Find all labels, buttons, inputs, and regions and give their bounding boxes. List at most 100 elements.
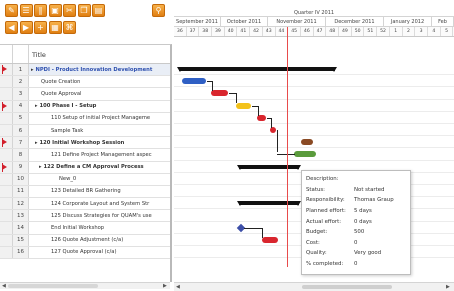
row-title[interactable]: ▸ NPDI - Product Innovation Development	[29, 67, 170, 73]
tooltip-value: 5 days	[354, 208, 372, 215]
task-bar[interactable]	[182, 78, 206, 85]
row-gridline[interactable]	[174, 98, 454, 100]
row-title[interactable]: Quote Approval	[29, 91, 170, 97]
month-label: October 2011	[221, 17, 268, 26]
copy-icon[interactable]: ❐	[77, 4, 91, 17]
paste-icon[interactable]: ▤	[92, 4, 105, 17]
scroll-right-icon[interactable]: ▶	[446, 284, 450, 290]
scroll-right-icon[interactable]: ▶	[163, 283, 167, 289]
row-title[interactable]: New_0	[29, 176, 170, 182]
task-bar[interactable]	[301, 139, 313, 146]
chart-horizontal-scrollbar[interactable]: ◀ ▶	[174, 282, 454, 291]
task-bar[interactable]	[294, 151, 316, 158]
columns-icon[interactable]: ∥	[34, 4, 47, 17]
task-bar[interactable]	[211, 90, 228, 97]
row-indicator	[0, 246, 13, 258]
document-icon[interactable]: ▦	[48, 21, 62, 34]
scroll-left-icon[interactable]: ◀	[176, 284, 180, 290]
row-gridline[interactable]	[174, 147, 454, 149]
chart-scroll-thumb[interactable]	[302, 285, 392, 289]
table-row[interactable]: 5 110 Setup of initial Project Manageme	[0, 112, 170, 125]
task-bar[interactable]	[236, 102, 251, 109]
row-number: 12	[13, 198, 29, 210]
cut-icon[interactable]: ✂	[63, 4, 76, 17]
row-title[interactable]: 121 Define Project Management aspec	[29, 152, 170, 158]
week-label: 5	[441, 27, 454, 36]
grid-scroll-thumb[interactable]	[8, 284, 98, 288]
month-label: September 2011	[174, 17, 221, 26]
table-row[interactable]: 9 ▸ 122 Define a CM Approval Process	[0, 161, 170, 174]
row-gridline[interactable]	[174, 159, 454, 161]
row-number: 9	[13, 161, 29, 173]
dependency-line	[271, 117, 272, 128]
table-row[interactable]: 16 127 Quote Approval (c/a)	[0, 246, 170, 259]
tasks-icon[interactable]: ☰	[19, 4, 33, 17]
table-row[interactable]: 6 Sample Task	[0, 124, 170, 138]
task-bar[interactable]	[262, 236, 278, 243]
row-title[interactable]: Quote Creation	[29, 79, 170, 85]
table-row[interactable]: 7 ▸ 120 Initial Workshop Session	[0, 137, 170, 150]
project-summary-bar[interactable]	[177, 67, 337, 72]
row-title[interactable]: 123 Detailed BR Gathering	[29, 188, 170, 194]
today-line	[287, 27, 288, 267]
row-indicator	[0, 64, 13, 76]
task-bar[interactable]	[257, 114, 266, 121]
row-title[interactable]: 126 Quote Adjustment (c/a)	[29, 237, 170, 243]
row-title[interactable]: 124 Corporate Layout and System Str	[29, 201, 170, 207]
add-task-icon[interactable]: +	[34, 21, 47, 34]
table-row[interactable]: 3 Quote Approval	[0, 88, 170, 101]
week-label: 39	[212, 27, 225, 36]
link-icon[interactable]: ⌘	[63, 21, 76, 34]
grid-horizontal-scrollbar[interactable]: ◀ ▶	[0, 282, 170, 289]
row-title[interactable]: ▸ 100 Phase I - Setup	[29, 103, 170, 109]
row-number: 5	[13, 112, 29, 124]
week-label: 2	[403, 27, 416, 36]
expand-caret-icon[interactable]: ▸	[31, 67, 34, 73]
week-label: 43	[263, 27, 276, 36]
table-row[interactable]: 15 126 Quote Adjustment (c/a)	[0, 234, 170, 247]
table-row[interactable]: 10 New_0	[0, 173, 170, 186]
expand-caret-icon[interactable]: ▸	[35, 140, 38, 146]
row-title[interactable]: Sample Task	[29, 128, 170, 134]
row-gridline[interactable]	[174, 86, 454, 88]
arrow-right-icon[interactable]: ▶	[19, 21, 33, 34]
table-row[interactable]: 14 End Initial Workshop	[0, 222, 170, 235]
expand-caret-icon[interactable]: ▸	[35, 103, 38, 109]
row-gridline[interactable]	[174, 74, 454, 76]
row-title[interactable]: 125 Discuss Strategies for QUAM's use	[29, 213, 170, 219]
table-row[interactable]: 11 123 Detailed BR Gathering	[0, 185, 170, 199]
row-number: 8	[13, 149, 29, 161]
table-row[interactable]: 2 Quote Creation	[0, 76, 170, 89]
row-title[interactable]: ▸ 120 Initial Workshop Session	[29, 140, 170, 146]
table-row[interactable]: 13 125 Discuss Strategies for QUAM's use	[0, 210, 170, 223]
tooltip-row: Cost: 0	[306, 238, 406, 249]
grid-header: Title	[0, 45, 170, 64]
expand-caret-icon[interactable]: ▸	[39, 164, 42, 170]
dependency-line	[244, 227, 262, 229]
table-row[interactable]: 1 ▸ NPDI - Product Innovation Development	[0, 64, 170, 77]
row-gridline[interactable]	[174, 110, 454, 112]
row-gridline[interactable]	[174, 123, 454, 124]
row-number: 1	[13, 64, 29, 76]
title-column-header[interactable]: Title	[29, 45, 170, 63]
row-gridline[interactable]	[174, 135, 454, 137]
row-title[interactable]: ▸ 122 Define a CM Approval Process	[29, 164, 170, 170]
arrow-left-icon[interactable]: ◀	[5, 21, 18, 34]
table-row[interactable]: 8 121 Define Project Management aspec	[0, 149, 170, 162]
row-title[interactable]: 127 Quote Approval (c/a)	[29, 249, 170, 255]
scroll-left-icon[interactable]: ◀	[2, 283, 6, 289]
phase-summary-bar[interactable]	[237, 201, 301, 207]
row-title[interactable]: End Initial Workshop	[29, 225, 170, 231]
task-bar[interactable]	[270, 127, 276, 133]
week-label: 37	[187, 27, 200, 36]
row-title-text: 124 Corporate Layout and System Str	[51, 200, 150, 207]
row-title[interactable]: 110 Setup of initial Project Manageme	[29, 115, 170, 121]
lock-icon[interactable]: ▣	[48, 4, 62, 17]
week-label: 3	[415, 27, 428, 36]
edit-icon[interactable]: ✎	[5, 4, 18, 17]
row-indicator	[0, 112, 13, 124]
table-row[interactable]: 12 124 Corporate Layout and System Str	[0, 198, 170, 211]
table-row[interactable]: 4 ▸ 100 Phase I - Setup	[0, 100, 170, 113]
zoom-icon[interactable]: ⚲	[152, 4, 165, 17]
phase-summary-bar[interactable]	[237, 164, 301, 170]
